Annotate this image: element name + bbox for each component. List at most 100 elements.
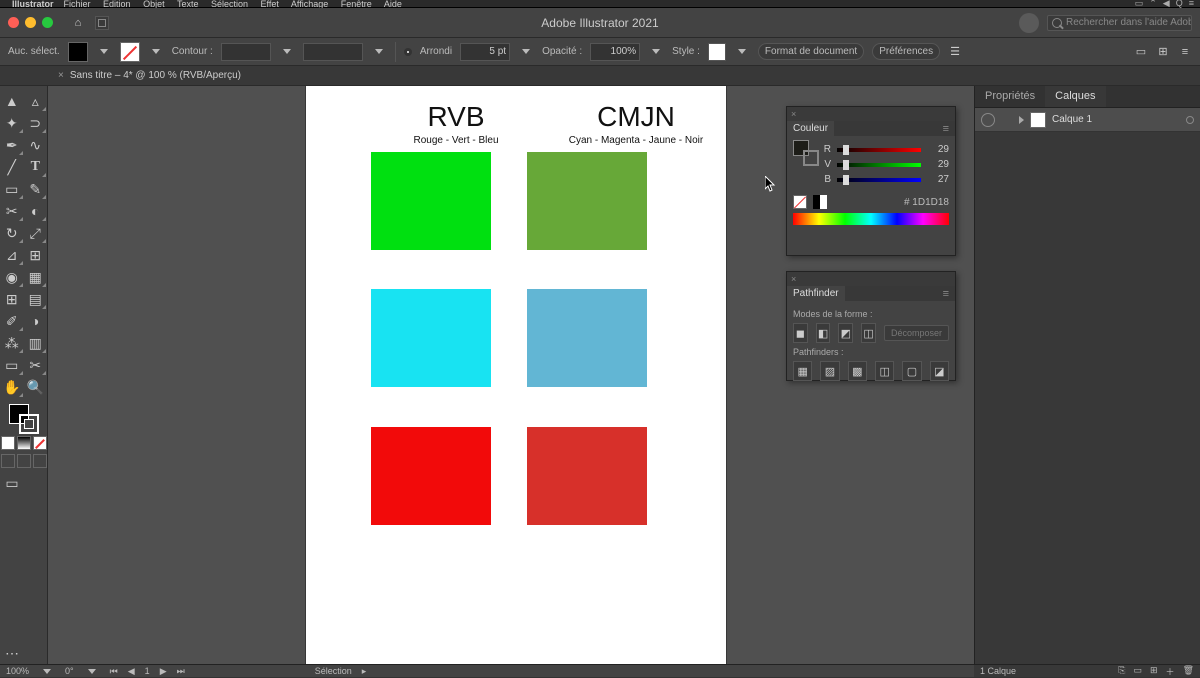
create-sublayer-icon[interactable]: ⊞: [1150, 665, 1158, 678]
edit-toolbar-icon[interactable]: ⋯: [0, 642, 24, 664]
stroke-swatch[interactable]: [120, 42, 140, 62]
fullscreen-window-button[interactable]: [42, 17, 53, 28]
home-icon[interactable]: ⌂: [71, 16, 85, 30]
cmyk-cyan-square[interactable]: [527, 289, 647, 387]
perspective-tool[interactable]: ▦: [24, 266, 48, 288]
color-panel-tab[interactable]: Couleur: [787, 121, 834, 136]
stroke-cap-field[interactable]: 5 pt: [460, 43, 510, 61]
paintbrush-tool[interactable]: ✎: [24, 178, 48, 200]
none-mode-icon[interactable]: [33, 436, 47, 450]
b-value[interactable]: 27: [927, 174, 949, 185]
target-layer-icon[interactable]: [1186, 116, 1194, 124]
stroke-width-dropdown[interactable]: [279, 49, 295, 54]
merge-icon[interactable]: ▩: [848, 361, 867, 381]
rgb-green-square[interactable]: [371, 152, 491, 250]
r-slider[interactable]: [837, 145, 921, 155]
artboard[interactable]: RVB Rouge - Vert - Bleu CMJN Cyan - Mage…: [306, 86, 726, 664]
rgb-cyan-square[interactable]: [371, 289, 491, 387]
close-document-icon[interactable]: ×: [58, 70, 64, 81]
draw-normal-icon[interactable]: [1, 454, 15, 468]
delete-layer-icon[interactable]: 🗑: [1183, 665, 1194, 678]
visibility-toggle-icon[interactable]: [981, 113, 995, 127]
type-tool[interactable]: T: [24, 156, 48, 178]
style-dropdown[interactable]: [734, 49, 750, 54]
eyedropper-tool[interactable]: ✐: [0, 310, 24, 332]
unite-icon[interactable]: ◼: [793, 323, 808, 343]
width-tool[interactable]: ⊿: [0, 244, 24, 266]
arrange-documents-icon[interactable]: [95, 16, 109, 30]
zoom-level[interactable]: 100%: [6, 666, 29, 676]
fill-dropdown[interactable]: [96, 49, 112, 54]
opacity-dropdown[interactable]: [648, 49, 664, 54]
b-slider[interactable]: [837, 175, 921, 185]
help-search-input[interactable]: Rechercher dans l'aide Adobe: [1047, 15, 1192, 31]
screen-mode-icon[interactable]: ▭: [0, 472, 24, 494]
v-value[interactable]: 29: [927, 159, 949, 170]
panel-menu-icon[interactable]: ≡: [943, 123, 949, 135]
free-transform-tool[interactable]: ⊞: [24, 244, 48, 266]
stroke-width-field[interactable]: [221, 43, 271, 61]
prev-artboard-icon[interactable]: ◀: [128, 666, 135, 677]
style-swatch[interactable]: [708, 43, 726, 61]
pathfinder-panel-tab[interactable]: Pathfinder: [787, 286, 845, 301]
minus-front-icon[interactable]: ◧: [816, 323, 831, 343]
layers-tab[interactable]: Calques: [1045, 86, 1105, 107]
rotation-angle[interactable]: 0°: [65, 666, 74, 676]
align-options-icon[interactable]: ☰: [948, 45, 962, 59]
close-window-button[interactable]: [8, 17, 19, 28]
cmyk-green-square[interactable]: [527, 152, 647, 250]
rectangle-tool[interactable]: ▭: [0, 178, 24, 200]
workspace-switch-icon[interactable]: ⊞: [1156, 45, 1170, 59]
pathfinder-panel[interactable]: × Pathfinder ≡ Modes de la forme : ◼ ◧ ◩…: [786, 271, 956, 381]
intersect-icon[interactable]: ◩: [838, 323, 853, 343]
artboard-tool[interactable]: ▭: [0, 354, 24, 376]
blend-tool[interactable]: ◑: [24, 310, 48, 332]
stroke-cap-dropdown[interactable]: [518, 49, 534, 54]
hex-value[interactable]: 1D1D18: [912, 197, 949, 208]
direct-selection-tool[interactable]: ▵: [24, 90, 48, 112]
magic-wand-tool[interactable]: ✦: [0, 112, 24, 134]
shaper-tool[interactable]: ✂: [0, 200, 24, 222]
minimize-window-button[interactable]: [25, 17, 36, 28]
minus-back-icon[interactable]: ◪: [930, 361, 949, 381]
last-artboard-icon[interactable]: ⏭: [177, 666, 185, 677]
gradient-mode-icon[interactable]: [17, 436, 31, 450]
crop-icon[interactable]: ◫: [875, 361, 894, 381]
outline-icon[interactable]: ▢: [902, 361, 921, 381]
cmyk-red-square[interactable]: [527, 427, 647, 525]
shape-builder-tool[interactable]: ◉: [0, 266, 24, 288]
properties-tab[interactable]: Propriétés: [975, 86, 1045, 107]
angle-dropdown[interactable]: [84, 669, 100, 674]
document-setup-button[interactable]: Format de document: [758, 43, 864, 60]
make-clipping-mask-icon[interactable]: ▭: [1133, 665, 1142, 678]
column-graph-tool[interactable]: ▥: [24, 332, 48, 354]
brush-field[interactable]: [303, 43, 363, 61]
stroke-dropdown[interactable]: [148, 49, 164, 54]
hamburger-icon[interactable]: ≡: [1178, 45, 1192, 59]
expand-layer-icon[interactable]: [1019, 116, 1024, 124]
close-panel-icon[interactable]: ×: [791, 109, 796, 119]
eraser-tool[interactable]: ◐: [24, 200, 48, 222]
color-mode-icon[interactable]: [1, 436, 15, 450]
panel-menu-icon[interactable]: ≡: [943, 288, 949, 300]
symbol-sprayer-tool[interactable]: ⁂: [0, 332, 24, 354]
stroke-color-swatch[interactable]: [19, 414, 39, 434]
scale-tool[interactable]: ⤢: [24, 222, 48, 244]
layer-name[interactable]: Calque 1: [1052, 114, 1092, 125]
fill-swatch[interactable]: [68, 42, 88, 62]
slice-tool[interactable]: ✂: [24, 354, 48, 376]
gradient-tool[interactable]: ▤: [24, 288, 48, 310]
rgb-red-square[interactable]: [371, 427, 491, 525]
new-layer-icon[interactable]: ＋: [1166, 665, 1175, 678]
user-avatar[interactable]: [1019, 13, 1039, 33]
document-tab-title[interactable]: Sans titre – 4* @ 100 % (RVB/Aperçu): [70, 70, 241, 81]
tool-popup-icon[interactable]: ▸: [362, 666, 367, 677]
artboard-index[interactable]: 1: [145, 666, 150, 676]
bw-swatch-icon[interactable]: [813, 195, 827, 209]
canvas[interactable]: RVB Rouge - Vert - Bleu CMJN Cyan - Mage…: [48, 86, 974, 664]
curvature-tool[interactable]: ∿: [24, 134, 48, 156]
close-panel-icon[interactable]: ×: [791, 274, 796, 284]
none-swatch-icon[interactable]: [793, 195, 807, 209]
v-slider[interactable]: [837, 160, 921, 170]
layer-row[interactable]: Calque 1: [975, 108, 1200, 132]
